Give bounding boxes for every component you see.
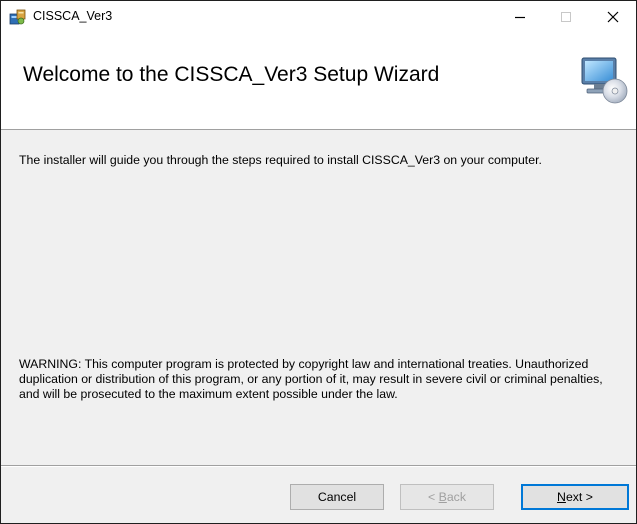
- footer-divider: [1, 465, 636, 467]
- intro-text: The installer will guide you through the…: [19, 153, 542, 167]
- minimize-button[interactable]: [497, 1, 543, 33]
- wizard-title: Welcome to the CISSCA_Ver3 Setup Wizard: [23, 63, 440, 86]
- next-button-accel: N: [557, 490, 566, 504]
- back-button-prefix: <: [428, 490, 439, 504]
- close-button[interactable]: [590, 1, 636, 33]
- maximize-button: [543, 1, 589, 33]
- window-title: CISSCA_Ver3: [33, 9, 113, 23]
- back-button-rest: ack: [446, 490, 466, 504]
- copyright-warning: WARNING: This computer program is protec…: [19, 357, 603, 401]
- back-button-accel: B: [438, 490, 447, 504]
- back-button: < Back: [400, 484, 494, 510]
- next-button-rest: ext >: [565, 490, 593, 504]
- cancel-button-label: Cancel: [317, 490, 357, 504]
- installer-app-icon: [9, 9, 26, 25]
- minimize-icon: [515, 16, 525, 19]
- title-bar[interactable]: CISSCA_Ver3: [1, 1, 636, 33]
- maximize-icon: [561, 12, 571, 22]
- computer-cd-icon: [581, 57, 628, 104]
- setup-wizard-window: CISSCA_Ver3 Welcome to the CISSCA_Ver3 S…: [0, 0, 637, 524]
- cancel-button[interactable]: Cancel: [290, 484, 384, 510]
- next-button[interactable]: Next >: [521, 484, 629, 510]
- wizard-header: Welcome to the CISSCA_Ver3 Setup Wizard: [1, 33, 636, 130]
- close-icon: [607, 11, 619, 23]
